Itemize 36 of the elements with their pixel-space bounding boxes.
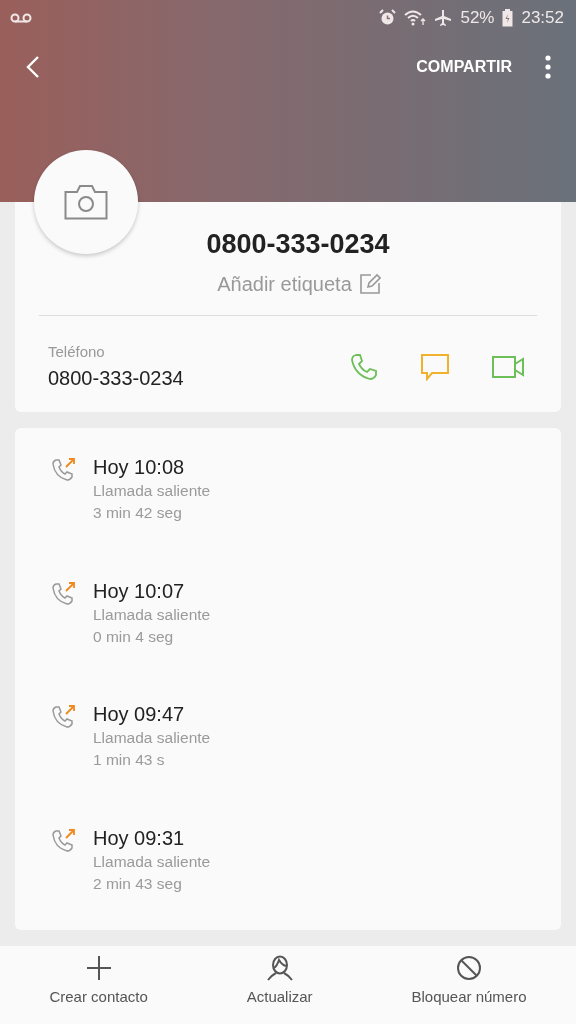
call-duration: 2 min 43 seg xyxy=(93,873,183,894)
call-type: Llamada saliente xyxy=(93,604,211,625)
contact-number: 0800-333-0234 xyxy=(205,228,391,261)
bottom-action-button[interactable]: Crear contacto xyxy=(0,946,198,1024)
battery-icon xyxy=(502,8,514,27)
phone-number: 0800-333-0234 xyxy=(48,366,184,391)
share-button[interactable]: COMPARTIR xyxy=(412,51,516,83)
block-icon xyxy=(455,954,483,982)
edit-icon[interactable] xyxy=(359,273,381,294)
plus-icon xyxy=(84,954,113,982)
voicemail-icon xyxy=(10,11,32,24)
bottom-action-button[interactable]: Bloquear número xyxy=(362,946,576,1024)
person-icon xyxy=(265,954,294,982)
call-time: Hoy 09:31 xyxy=(93,825,186,851)
airplane-icon xyxy=(434,8,453,27)
call-duration: 1 min 43 s xyxy=(93,750,166,770)
clock-time: 23:52 xyxy=(521,6,564,29)
call-time: Hoy 09:47 xyxy=(93,702,186,727)
call-duration: 3 min 42 seg xyxy=(93,503,183,523)
call-type: Llamada saliente xyxy=(93,481,211,501)
call-type: Llamada saliente xyxy=(93,851,211,872)
call-type: Llamada saliente xyxy=(93,728,211,748)
more-options-icon xyxy=(544,55,552,79)
outgoing-call-icon xyxy=(51,579,77,606)
battery-percentage: 52% xyxy=(460,6,495,29)
call-time: Hoy 10:08 xyxy=(93,455,186,480)
wifi-icon xyxy=(404,9,427,26)
outgoing-call-icon xyxy=(51,826,77,853)
alarm-icon xyxy=(379,9,397,26)
bottom-action-button[interactable]: Actualizar xyxy=(197,946,363,1024)
camera-icon xyxy=(64,184,108,220)
outgoing-call-icon xyxy=(51,456,77,482)
phone-label: Teléfono xyxy=(48,341,106,362)
outgoing-call-icon xyxy=(51,703,77,729)
call-time: Hoy 10:07 xyxy=(93,578,186,604)
call-duration: 0 min 4 seg xyxy=(93,626,175,647)
